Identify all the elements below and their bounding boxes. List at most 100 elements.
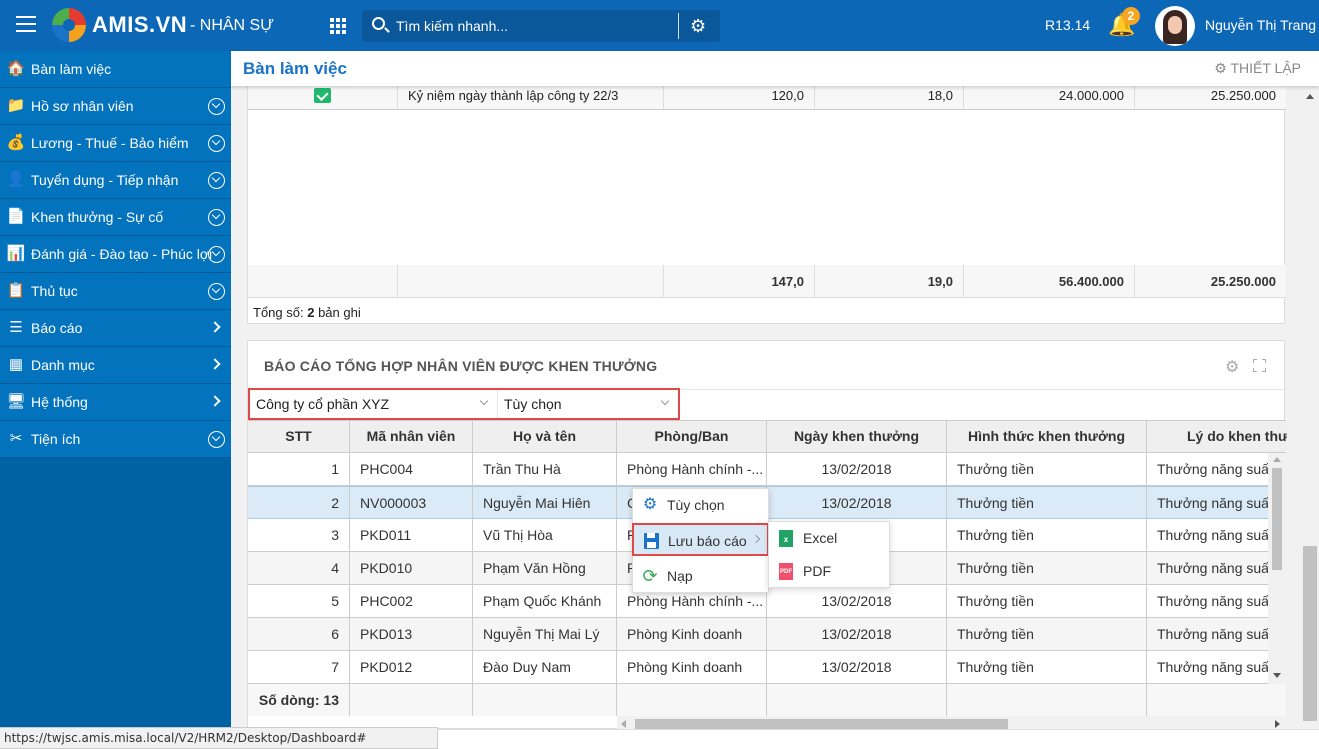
chevron-right-icon[interactable]	[209, 358, 221, 370]
amis-logo-icon	[52, 8, 86, 42]
cell-reason: Thưởng năng suất	[1157, 560, 1268, 576]
sidebar-item[interactable]: 📁 Hồ sơ nhân viên	[0, 88, 231, 125]
sidebar-item[interactable]: ☰ Báo cáo	[0, 310, 231, 347]
grid-horizontal-scrollbar[interactable]	[617, 716, 1286, 729]
column-header[interactable]: STT	[248, 421, 350, 452]
top-bar: AMIS.VN - NHÂN SỰ ⚙ R13.14 🔔 2 Nguyễn Th…	[0, 0, 1319, 51]
scroll-up-icon[interactable]	[1273, 457, 1281, 462]
menu-item-options[interactable]: ⚙ Tùy chọn	[633, 489, 768, 522]
expand-circle-icon[interactable]	[208, 135, 225, 152]
cell-name: Vũ Thị Hòa	[473, 519, 617, 551]
sidebar-item[interactable]: ▦ Danh mục	[0, 347, 231, 384]
column-header[interactable]: Mã nhân viên	[350, 421, 473, 452]
dashboard-content: Kỷ niệm ngày thành lập công ty 22/3 120,…	[231, 86, 1301, 729]
column-header[interactable]: Ngày khen thưởng	[767, 421, 947, 452]
company-select[interactable]: Công ty cổ phần XYZ	[250, 390, 498, 418]
scroll-up-icon[interactable]	[1306, 94, 1314, 99]
money-bag-icon: 💰	[6, 134, 26, 151]
expand-circle-icon[interactable]	[208, 98, 225, 115]
column-header[interactable]: Phòng/Ban	[617, 421, 767, 452]
grid-footer: Số dòng: 13	[248, 684, 1286, 716]
module-name: - NHÂN SỰ	[190, 17, 274, 34]
pdf-file-icon: PDF	[779, 563, 793, 580]
chevron-right-icon[interactable]	[209, 321, 221, 333]
table-row[interactable]: 6 PKD013 Nguyễn Thị Mai Lý Phòng Kinh doanh…	[248, 618, 1268, 651]
setup-button[interactable]: ⚙ THIẾT LẬP	[1214, 60, 1301, 77]
cell-code: PKD011	[350, 519, 473, 551]
menu-item-excel[interactable]: x Excel	[769, 522, 889, 555]
reward-summary-panel: Kỷ niệm ngày thành lập công ty 22/3 120,…	[247, 86, 1286, 324]
user-avatar[interactable]	[1155, 6, 1195, 46]
expand-circle-icon[interactable]	[208, 283, 225, 300]
expand-circle-icon[interactable]	[208, 431, 225, 448]
cell-name: Đào Duy Nam	[473, 651, 617, 683]
sidebar-item-label: Hệ thống	[31, 394, 88, 410]
cell-code: PHC002	[350, 585, 473, 617]
menu-item-reload[interactable]: ⟳ Nạp	[633, 560, 768, 593]
sidebar-item[interactable]: 📋 Thủ tục	[0, 273, 231, 310]
menu-item-pdf[interactable]: PDF PDF	[769, 555, 889, 588]
sidebar-item[interactable]: 🏠 Bàn làm việc	[0, 51, 231, 88]
table-row[interactable]: Kỷ niệm ngày thành lập công ty 22/3 120,…	[248, 86, 1286, 110]
value-1: 120,0	[664, 86, 815, 109]
status-bar-url: https://twjsc.amis.misa.local/V2/HRM2/De…	[0, 727, 438, 749]
expand-circle-icon[interactable]	[208, 209, 225, 226]
expand-circle-icon[interactable]	[208, 172, 225, 189]
brand-name: AMIS.VN	[92, 12, 188, 37]
cell-reason: Thưởng năng suất	[1157, 626, 1268, 642]
search-settings-gear-icon[interactable]: ⚙	[690, 16, 706, 37]
column-header[interactable]: Họ và tên	[473, 421, 617, 452]
table-row[interactable]: 7 PKD012 Đào Duy Nam Phòng Kinh doanh 13/02/…	[248, 651, 1268, 684]
sidebar-item[interactable]: 💰 Lương - Thuế - Bảo hiểm	[0, 125, 231, 162]
column-header[interactable]: Hình thức khen thưởng	[947, 421, 1147, 452]
grid-vertical-scrollbar[interactable]	[1268, 453, 1286, 684]
filter-bar: Công ty cổ phần XYZ Tùy chọn	[248, 388, 680, 420]
scroll-down-icon[interactable]	[1273, 673, 1281, 678]
table-row[interactable]: 1 PHC004 Trần Thu Hà Phòng Hành chính -... 1…	[248, 453, 1268, 486]
value-4: 25.250.000	[1210, 88, 1276, 103]
page-vertical-scrollbar[interactable]	[1301, 86, 1319, 729]
sidebar-item[interactable]: ✂ Tiện ích	[0, 421, 231, 458]
cell-code: PHC004	[350, 453, 473, 485]
scroll-right-icon[interactable]	[1275, 720, 1280, 728]
cell-date: 13/02/2018	[767, 651, 947, 683]
setup-label: THIẾT LẬP	[1230, 60, 1301, 76]
clipboard-icon: 📋	[6, 282, 26, 299]
quick-search-input[interactable]	[396, 16, 666, 36]
sidebar-item[interactable]: 📊 Đánh giá - Đào tạo - Phúc lợi	[0, 236, 231, 273]
cell-type: Thưởng tiền	[947, 519, 1147, 551]
cell-name: Phạm Quốc Khánh	[473, 585, 617, 617]
menu-toggle-icon[interactable]	[16, 16, 36, 34]
cell-reason: Thưởng năng suất	[1157, 659, 1268, 675]
refresh-icon: ⟳	[642, 566, 658, 586]
total-4: 25.250.000	[1210, 274, 1276, 289]
sidebar-item[interactable]: 👤 Tuyển dụng - Tiếp nhận	[0, 162, 231, 199]
sidebar-item-label: Đánh giá - Đào tạo - Phúc lợi	[31, 246, 213, 262]
scroll-left-icon[interactable]	[621, 720, 626, 728]
sidebar-item[interactable]: 📄 Khen thưởng - Sự cố	[0, 199, 231, 236]
row-checkbox-cell[interactable]	[248, 86, 398, 109]
user-name[interactable]: Nguyễn Thị Trang	[1205, 17, 1316, 33]
cell-type: Thưởng tiền	[947, 585, 1147, 617]
sidebar-item-label: Lương - Thuế - Bảo hiểm	[31, 135, 189, 151]
chevron-right-icon[interactable]	[209, 395, 221, 407]
award-document-icon: 📄	[6, 208, 26, 225]
value-2: 18,0	[815, 86, 964, 109]
period-select[interactable]: Tùy chọn	[498, 390, 678, 418]
cell-date: 13/02/2018	[767, 453, 947, 485]
chart-board-icon: 📊	[6, 245, 26, 262]
sidebar-item-label: Khen thưởng - Sự cố	[31, 209, 164, 225]
column-header[interactable]: Lý do khen thưởng	[1147, 421, 1287, 452]
fullscreen-icon[interactable]	[1253, 359, 1266, 372]
apps-grid-icon[interactable]	[330, 18, 346, 34]
sidebar-item-label: Hồ sơ nhân viên	[31, 98, 134, 114]
menu-item-save-report[interactable]: Lưu báo cáo	[632, 523, 769, 556]
chevron-down-icon	[660, 396, 670, 406]
cell-date: 13/02/2018	[767, 487, 947, 519]
tools-icon: ✂	[9, 430, 23, 447]
panel-settings-gear-icon[interactable]: ⚙	[1225, 357, 1239, 377]
expand-circle-icon[interactable]	[208, 246, 225, 263]
version-label: R13.14	[1045, 17, 1091, 33]
sidebar-item[interactable]: 🖥 Hệ thống	[0, 384, 231, 421]
checkbox-checked-icon[interactable]	[314, 88, 331, 104]
